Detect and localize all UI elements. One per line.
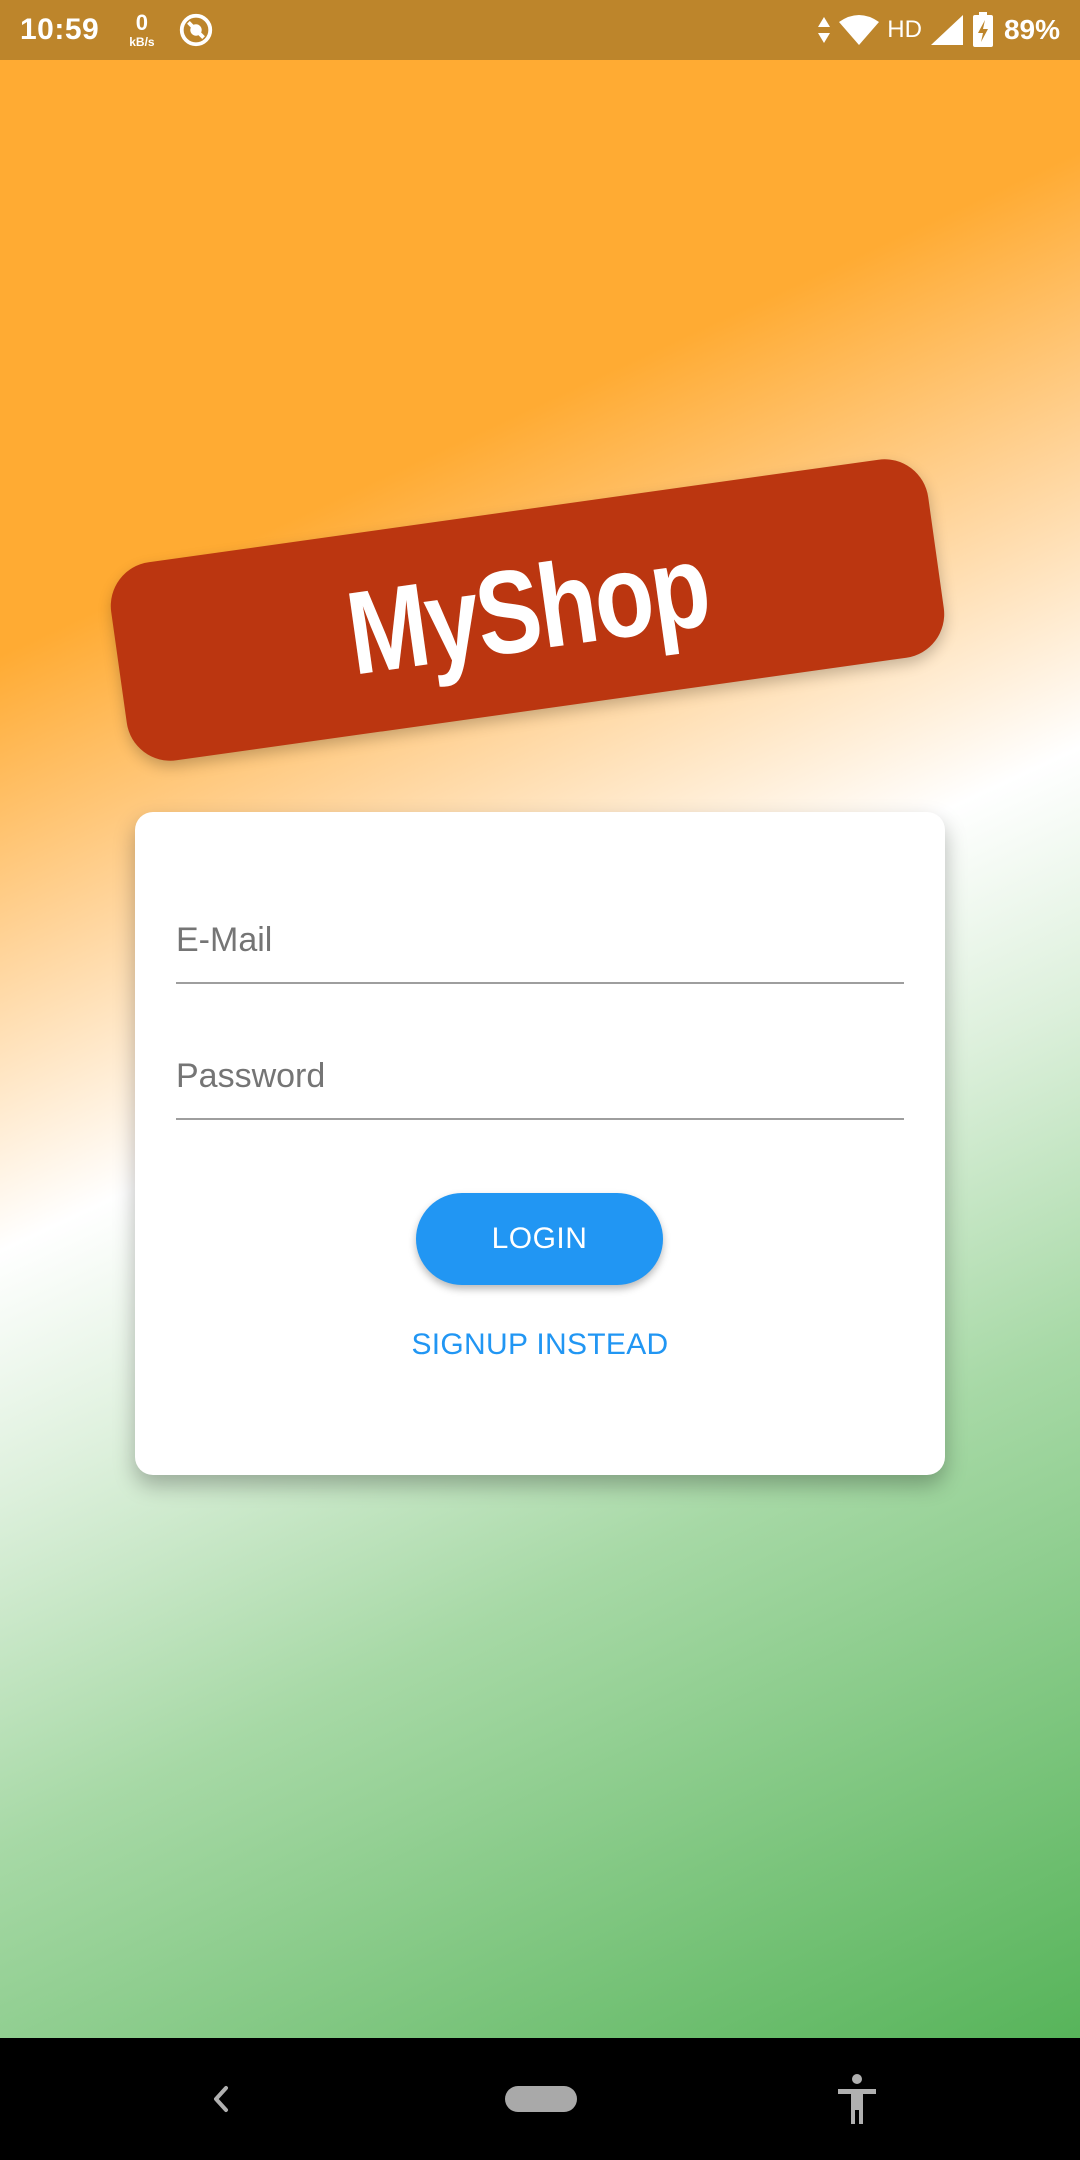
battery-percent: 89% <box>1003 14 1060 45</box>
battery-charging-icon <box>972 12 993 47</box>
data-arrows-icon <box>818 17 831 43</box>
back-icon[interactable] <box>200 2074 240 2124</box>
signal-icon <box>930 15 963 45</box>
status-bar: 10:59 0 kB/s HD 89% <box>0 0 1080 60</box>
network-type: HD <box>887 16 922 43</box>
network-speed: 0 kB/s <box>129 10 155 49</box>
clock: 10:59 <box>20 13 100 46</box>
network-speed-value: 0 <box>135 10 149 35</box>
network-speed-unit: kB/s <box>129 35 155 49</box>
password-input[interactable] <box>176 1046 904 1106</box>
signup-instead-button[interactable]: SIGNUP INSTEAD <box>390 1320 690 1370</box>
email-field[interactable] <box>176 874 904 984</box>
password-field[interactable] <box>176 1010 904 1120</box>
email-input[interactable] <box>176 910 904 970</box>
accessibility-icon[interactable] <box>835 2072 879 2126</box>
wifi-icon <box>839 15 880 45</box>
data-saver-icon <box>179 13 212 47</box>
navigation-bar <box>0 2038 1080 2160</box>
auth-card: LOGIN SIGNUP INSTEAD <box>135 812 945 1475</box>
login-button[interactable]: LOGIN <box>416 1193 663 1285</box>
status-bar-left: 10:59 0 kB/s <box>20 11 215 49</box>
home-pill-icon[interactable] <box>505 2086 577 2112</box>
app-title: MyShop <box>339 519 716 701</box>
status-bar-right: HD 89% <box>809 12 1060 48</box>
